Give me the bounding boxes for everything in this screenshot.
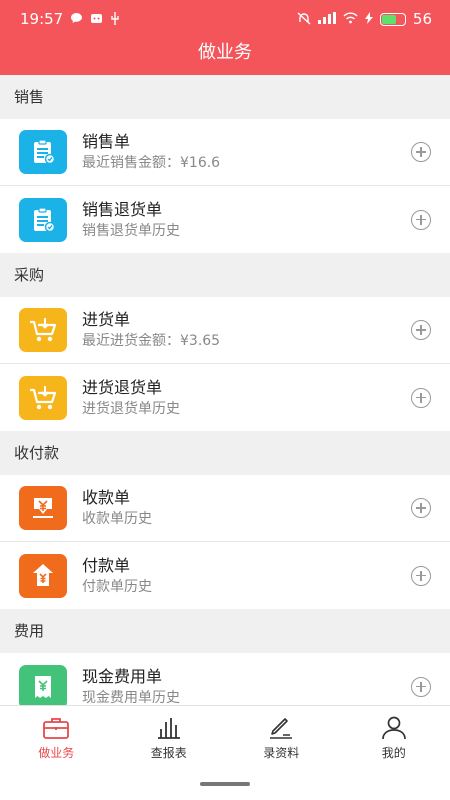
add-button[interactable]	[411, 320, 431, 340]
wifi-icon	[343, 12, 358, 26]
battery-level: 56	[412, 10, 432, 28]
bottom-tab-bar: 做业务 查报表 录资料 我的	[0, 705, 450, 800]
clipboard-check-icon	[19, 130, 67, 174]
page-title: 做业务	[198, 42, 252, 63]
item-title: 销售退货单	[82, 199, 163, 219]
tab-label: 我的	[381, 746, 406, 760]
item-title: 收款单	[82, 488, 131, 507]
tab-profile[interactable]: 我的	[338, 706, 450, 766]
section-header-sales: 销售	[0, 75, 450, 119]
status-bar: 19:57 56	[0, 0, 450, 38]
usb-icon	[110, 11, 120, 27]
notification-icon	[90, 12, 103, 26]
tab-label: 录资料	[263, 746, 300, 760]
section-header-expenses: 费用	[0, 609, 450, 653]
list-item-purchase-order[interactable]: 进货单 最近进货金额：¥3.65	[0, 297, 450, 364]
home-indicator[interactable]	[200, 782, 250, 786]
section-expenses: 现金费用单 现金费用单历史	[0, 653, 450, 705]
add-button[interactable]	[411, 565, 431, 586]
section-header-payments: 收付款	[0, 431, 450, 475]
section-purchase: 进货单 最近进货金额：¥3.65 进货退货单 进货退货单历史	[0, 297, 450, 431]
item-title: 进货单	[82, 310, 131, 329]
section-sales: 销售单 最近销售金额：¥16.6 销售退货单 销售退货单历史	[0, 119, 450, 253]
edit-icon	[266, 715, 296, 741]
chat-bubble-icon	[70, 12, 83, 26]
signal-icon	[317, 12, 336, 26]
yuan-up-icon	[19, 553, 67, 598]
add-button[interactable]	[411, 142, 431, 162]
item-subtitle: 最近销售金额：¥16.6	[82, 155, 221, 171]
add-button[interactable]	[411, 387, 431, 408]
item-subtitle: 最近进货金额：¥3.65	[82, 333, 221, 349]
item-title: 销售单	[82, 132, 131, 151]
mute-icon	[297, 11, 311, 27]
bar-chart-icon	[154, 715, 184, 741]
list-item-payment[interactable]: 付款单 付款单历史	[0, 542, 450, 609]
item-title: 进货退货单	[82, 377, 163, 397]
status-time: 19:57	[20, 10, 64, 28]
app-header: 19:57 56 做业务	[0, 0, 450, 75]
yuan-down-icon	[19, 486, 67, 530]
tab-records[interactable]: 录资料	[225, 706, 338, 766]
person-icon	[379, 715, 409, 741]
tab-business[interactable]: 做业务	[0, 706, 113, 766]
briefcase-icon	[41, 715, 71, 741]
business-list[interactable]: 销售 销售单 最近销售金额：¥16.6 销售退货单 销售退货单历史 采购 进货单…	[0, 75, 450, 705]
item-title: 现金费用单	[82, 666, 163, 686]
section-payments: 收款单 收款单历史 付款单 付款单历史	[0, 475, 450, 609]
item-subtitle: 现金费用单历史	[82, 689, 180, 706]
clipboard-check-icon	[19, 197, 67, 242]
item-subtitle: 销售退货单历史	[82, 222, 180, 239]
battery-icon	[379, 12, 406, 26]
item-subtitle: 进货退货单历史	[82, 400, 180, 417]
item-subtitle: 收款单历史	[82, 511, 152, 527]
section-header-purchase: 采购	[0, 253, 450, 297]
tab-label: 做业务	[38, 746, 75, 760]
add-button[interactable]	[411, 209, 431, 230]
add-button[interactable]	[411, 498, 431, 518]
item-title: 付款单	[82, 555, 131, 575]
tab-reports[interactable]: 查报表	[113, 706, 226, 766]
add-button[interactable]	[411, 676, 431, 697]
list-item-receipt[interactable]: 收款单 收款单历史	[0, 475, 450, 542]
tab-label: 查报表	[150, 746, 187, 760]
receipt-yuan-icon	[19, 664, 67, 705]
cart-in-icon	[19, 308, 67, 352]
list-item-purchase-return[interactable]: 进货退货单 进货退货单历史	[0, 364, 450, 431]
cart-in-icon	[19, 375, 67, 420]
list-item-cash-expense[interactable]: 现金费用单 现金费用单历史	[0, 653, 450, 705]
list-item-sales-return[interactable]: 销售退货单 销售退货单历史	[0, 186, 450, 253]
charging-icon	[364, 12, 373, 26]
list-item-sales-order[interactable]: 销售单 最近销售金额：¥16.6	[0, 119, 450, 186]
item-subtitle: 付款单历史	[82, 578, 152, 595]
